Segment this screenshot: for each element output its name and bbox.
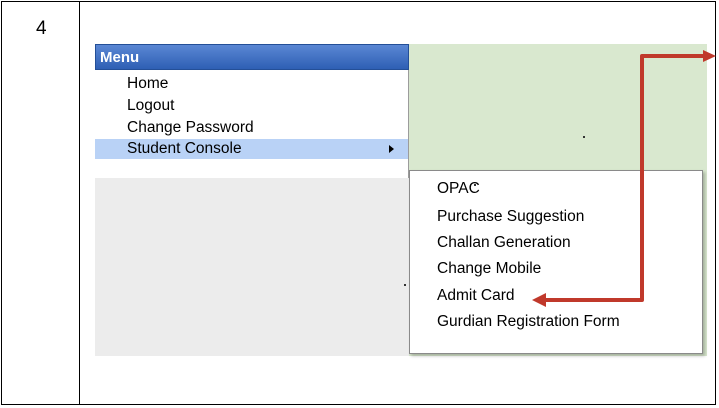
menu-item-student-console[interactable]: Student Console (95, 139, 408, 159)
menu-item-label: Student Console (127, 140, 242, 157)
submenu-item-challan-generation[interactable]: Challan Generation (437, 234, 571, 252)
menu-title: Menu (100, 49, 140, 66)
speck (583, 136, 585, 138)
menu-item-label: Home (127, 75, 169, 92)
menu-item-label: Change Password (127, 119, 254, 136)
submenu-item-gurdian-registration-form[interactable]: Gurdian Registration Form (437, 313, 620, 331)
speck (404, 284, 406, 286)
menu-list: Home Logout Change Password Student Cons… (95, 70, 409, 178)
submenu-item-purchase-suggestion[interactable]: Purchase Suggestion (437, 208, 584, 226)
row-number: 4 (36, 18, 47, 39)
menu-header: Menu (95, 44, 409, 70)
row-number-cell: 4 (2, 2, 80, 404)
menu-item-label: Logout (127, 97, 175, 114)
submenu-item-opac[interactable]: OPAC (437, 180, 480, 198)
menu-item-logout[interactable]: Logout (95, 96, 408, 116)
submenu-item-change-mobile[interactable]: Change Mobile (437, 260, 541, 278)
submenu-item-admit-card[interactable]: Admit Card (437, 287, 515, 305)
speck (474, 184, 476, 186)
menu-item-home[interactable]: Home (95, 74, 408, 94)
student-console-submenu: OPAC Purchase Suggestion Challan Generat… (409, 170, 703, 354)
triangle-right-icon (389, 145, 394, 153)
menu-item-change-password[interactable]: Change Password (95, 118, 408, 138)
app-screenshot: Menu Home Logout Change Password Student… (95, 44, 707, 356)
